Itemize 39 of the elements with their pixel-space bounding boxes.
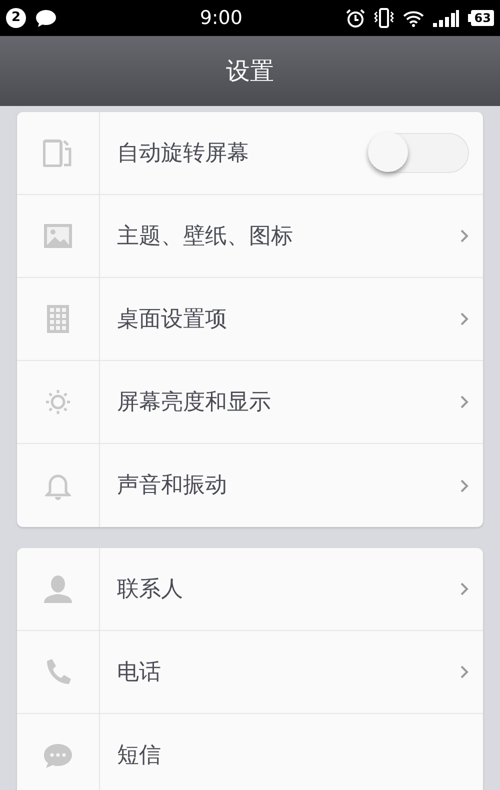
setting-label: 联系人 bbox=[117, 576, 184, 604]
status-time: 9:00 bbox=[198, 6, 244, 31]
settings-row[interactable]: 自动旋转屏幕 bbox=[17, 112, 483, 195]
chevron-right-icon bbox=[460, 395, 469, 409]
notification-count: 2 bbox=[6, 8, 26, 28]
phone-handset-icon bbox=[44, 658, 72, 686]
setting-label: 屏幕亮度和显示 bbox=[117, 388, 272, 416]
battery-indicator: 63 bbox=[468, 10, 494, 26]
setting-label: 声音和振动 bbox=[117, 472, 228, 500]
settings-row[interactable]: 联系人 bbox=[17, 548, 483, 631]
setting-label: 自动旋转屏幕 bbox=[117, 140, 250, 168]
message-bubble-icon bbox=[36, 10, 56, 26]
sun-icon bbox=[44, 388, 72, 416]
chevron-right-icon bbox=[460, 582, 469, 596]
chevron-right-icon bbox=[460, 665, 469, 679]
vibrate-icon bbox=[374, 8, 394, 28]
settings-row[interactable]: 屏幕亮度和显示 bbox=[17, 361, 483, 444]
setting-label: 电话 bbox=[117, 658, 162, 686]
chevron-right-icon bbox=[460, 229, 469, 243]
toggle-switch[interactable] bbox=[369, 133, 469, 173]
chevron-right-icon bbox=[460, 478, 469, 492]
page-title: 设置 bbox=[226, 56, 274, 87]
settings-row[interactable]: 桌面设置项 bbox=[17, 278, 483, 361]
alarm-clock-icon bbox=[346, 8, 366, 28]
wifi-icon bbox=[403, 10, 424, 26]
person-icon bbox=[43, 575, 73, 603]
chevron-right-icon bbox=[460, 312, 469, 326]
setting-label: 短信 bbox=[117, 742, 162, 770]
setting-label: 主题、壁纸、图标 bbox=[117, 222, 294, 250]
settings-row[interactable]: 电话 bbox=[17, 631, 483, 714]
setting-label: 桌面设置项 bbox=[117, 306, 228, 334]
settings-row[interactable]: 主题、壁纸、图标 bbox=[17, 195, 483, 278]
phone-rotate-icon bbox=[43, 139, 73, 167]
settings-row[interactable]: 声音和振动 bbox=[17, 444, 483, 527]
signal-icon bbox=[433, 10, 460, 26]
settings-row[interactable]: 短信 bbox=[17, 714, 483, 790]
image-icon bbox=[44, 224, 72, 248]
grid-icon bbox=[47, 305, 69, 333]
chat-bubble-icon bbox=[43, 742, 73, 768]
